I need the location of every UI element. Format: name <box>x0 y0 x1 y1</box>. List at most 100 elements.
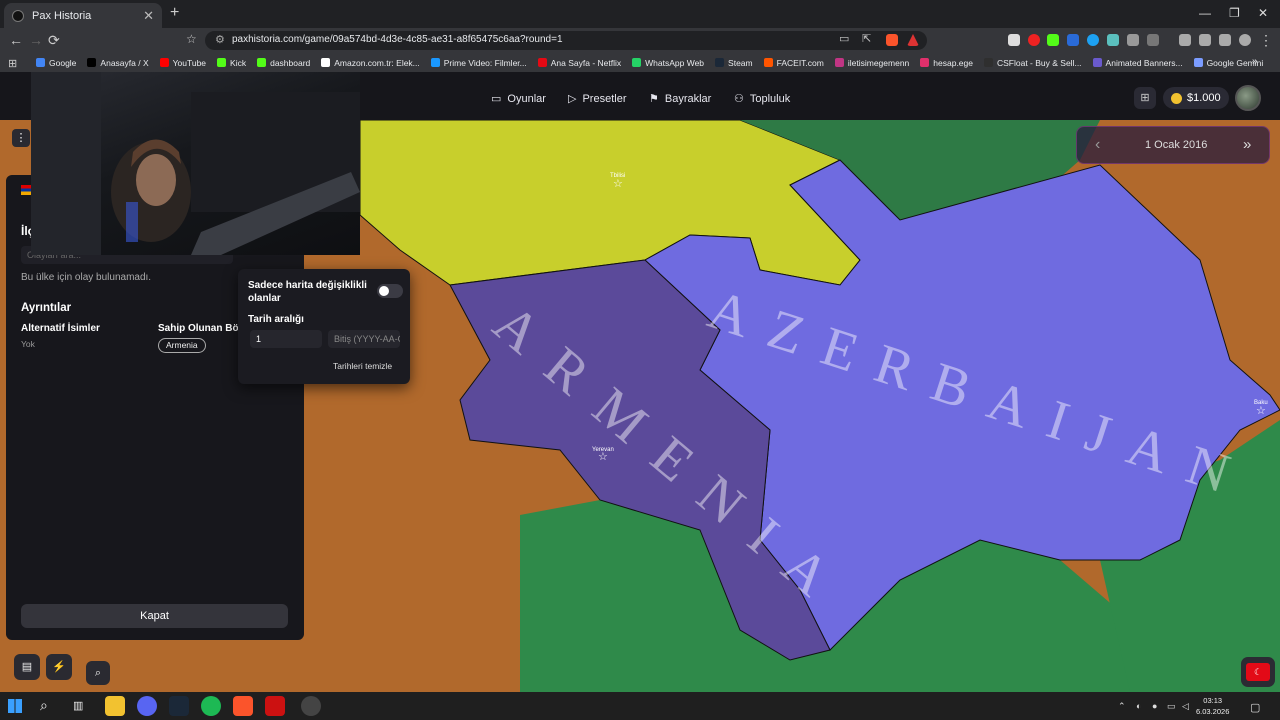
back-icon[interactable]: ← <box>9 32 23 48</box>
share-icon[interactable]: ⇱ <box>862 32 871 45</box>
bookmark-item[interactable]: Amazon.com.tr: Elek... <box>321 58 420 68</box>
bookmark-item[interactable]: iletisimegemenn <box>834 58 909 68</box>
discord-icon[interactable] <box>137 696 157 716</box>
player-flag-button[interactable]: ☾ <box>1241 657 1275 687</box>
leo-ai-icon[interactable] <box>1219 34 1231 46</box>
taskbar-clock[interactable]: 03:13 6.03.2026 <box>1196 695 1229 717</box>
network-icon[interactable]: ▭ <box>1167 701 1176 712</box>
task-view-icon[interactable]: ▥ <box>73 699 83 712</box>
cast-icon[interactable]: ▭ <box>839 32 849 45</box>
nav-label: Topluluk <box>749 92 791 105</box>
tab-title: Pax Historia <box>32 9 92 22</box>
nav-oyunlar[interactable]: ▭ Oyunlar <box>491 92 546 106</box>
prev-date-button[interactable]: ‹ <box>1095 136 1100 154</box>
bookmark-icon <box>217 58 227 67</box>
money-balance[interactable]: $1.000 <box>1163 87 1229 109</box>
webcam-image <box>31 72 360 255</box>
forward-icon[interactable]: → <box>29 32 43 48</box>
extension-icon[interactable] <box>1067 34 1079 46</box>
bookmark-star-icon[interactable]: ☆ <box>186 32 197 46</box>
start-date-input[interactable]: 1 <box>250 330 322 348</box>
bookmark-item[interactable]: dashboard <box>257 58 310 68</box>
address-bar[interactable]: ⚙ paxhistoria.com/game/09a574bd-4d3e-4c8… <box>205 31 927 50</box>
empty-events-message: Bu ülke için olay bulunamadı. <box>21 272 152 283</box>
tray-overflow-icon[interactable]: ⌃ <box>1118 701 1126 712</box>
chat-icon[interactable]: ▤ <box>14 654 40 680</box>
bookmark-label: WhatsApp Web <box>645 57 705 68</box>
extension-icon[interactable] <box>1147 34 1159 46</box>
bookmark-item[interactable]: CSFloat - Buy & Sell... <box>983 58 1082 68</box>
new-tab-button[interactable]: + <box>170 4 179 22</box>
map-changes-toggle[interactable] <box>377 284 403 298</box>
bookmark-item[interactable]: Google <box>36 58 76 68</box>
extension-icon[interactable] <box>1107 34 1119 46</box>
tray-mic-icon[interactable]: ● <box>1152 701 1157 711</box>
bookmarks-bar: ⊞ Google Anasayfa / X YouTube Kick dashboard… <box>0 53 1280 72</box>
extension-icon[interactable] <box>1087 34 1099 46</box>
tab-close-icon[interactable]: ✕ <box>143 8 154 24</box>
obs-icon[interactable] <box>301 696 321 716</box>
bookmark-label: YouTube <box>172 57 207 68</box>
spotify-icon[interactable] <box>201 696 221 716</box>
extension-icon[interactable] <box>1047 34 1059 46</box>
menu-icon[interactable]: ⋮ <box>1259 32 1273 49</box>
apps-grid-icon[interactable]: ⊞ <box>8 57 17 70</box>
map-changes-only-label: Sadece harita değişiklikli olanlar <box>248 280 367 304</box>
lightning-icon[interactable]: ⚡ <box>46 654 72 680</box>
bookmark-item[interactable]: Steam <box>715 58 753 68</box>
close-panel-button[interactable]: Kapat <box>21 604 288 628</box>
puzzle-icon[interactable] <box>1127 34 1139 46</box>
end-date-input[interactable]: Bitiş (YYYY-AA-GG) <box>328 330 400 348</box>
vpn-icon[interactable] <box>1239 34 1251 46</box>
windows-start-icon[interactable] <box>8 699 22 713</box>
bookmark-item[interactable]: FACEIT.com <box>763 58 824 68</box>
nav-bayraklar[interactable]: ⚑ Bayraklar <box>649 92 711 106</box>
map-search-icon[interactable]: ⌕ <box>86 661 110 685</box>
bookmark-item[interactable]: Anasayfa / X <box>87 58 149 68</box>
window-close-icon[interactable]: ✕ <box>1258 6 1268 20</box>
url-text: paxhistoria.com/game/09a574bd-4d3e-4c85-… <box>232 34 563 45</box>
bookmark-item[interactable]: WhatsApp Web <box>632 58 704 68</box>
sidebar-icon[interactable] <box>1179 34 1191 46</box>
extension-icon[interactable] <box>1008 34 1020 46</box>
extension-icon[interactable] <box>1028 34 1040 46</box>
bookmark-item[interactable]: Animated Banners... <box>1092 58 1183 68</box>
bookmark-item[interactable]: Ana Sayfa - Netflix <box>537 57 622 68</box>
play-icon: ▷ <box>568 93 577 105</box>
current-date: 1 Ocak 2016 <box>1145 139 1208 151</box>
site-info-icon[interactable]: ⚙ <box>215 33 225 46</box>
brave-browser-icon[interactable] <box>233 696 253 716</box>
search-icon[interactable]: ⌕ <box>40 697 48 714</box>
notifications-icon[interactable]: ▢ <box>1250 701 1260 714</box>
avatar[interactable] <box>1235 85 1261 111</box>
brave-shields-icon[interactable] <box>886 34 898 46</box>
capital-star-icon: ☆ <box>613 178 623 190</box>
date-range-label: Tarih aralığı <box>248 314 304 325</box>
minimize-icon[interactable]: — <box>1199 6 1211 20</box>
bookmark-item[interactable]: Prime Video: Filmler... <box>430 58 527 68</box>
bookmark-item[interactable]: YouTube <box>159 57 207 68</box>
nav-topluluk[interactable]: ⚇ Topluluk <box>734 92 791 106</box>
nav-presetler[interactable]: ▷ Presetler <box>568 92 627 106</box>
city-marker-baku[interactable]: Baku ☆ <box>1254 400 1268 417</box>
gift-icon[interactable]: ⊞ <box>1134 87 1156 109</box>
reload-icon[interactable]: ⟳ <box>48 32 60 49</box>
bookmark-item[interactable]: Kick <box>217 58 246 68</box>
panel-menu-icon[interactable]: ⋮ <box>12 129 30 147</box>
bookmark-label: Kick <box>230 57 247 68</box>
tray-app-icon[interactable]: ◐ <box>1136 701 1141 711</box>
bookmark-item[interactable]: hesap.ege <box>920 58 973 68</box>
webcam-overlay <box>31 72 360 255</box>
voice-meeter-icon[interactable] <box>265 696 285 716</box>
wallet-icon[interactable] <box>1199 34 1211 46</box>
steam-icon[interactable] <box>169 696 189 716</box>
restore-icon[interactable]: ❐ <box>1229 6 1240 20</box>
browser-tab[interactable]: Pax Historia ✕ <box>4 3 162 28</box>
next-date-button[interactable]: » <box>1243 136 1251 153</box>
file-explorer-icon[interactable] <box>105 696 125 716</box>
volume-icon[interactable]: ◁ <box>1182 701 1189 712</box>
clear-dates-button[interactable]: Tarihleri temizle <box>333 361 392 371</box>
bookmark-label: Ana Sayfa - Netflix <box>550 57 622 68</box>
more-bookmarks-button[interactable]: » <box>1252 56 1258 67</box>
owned-region-chip[interactable]: Armenia <box>158 338 206 353</box>
